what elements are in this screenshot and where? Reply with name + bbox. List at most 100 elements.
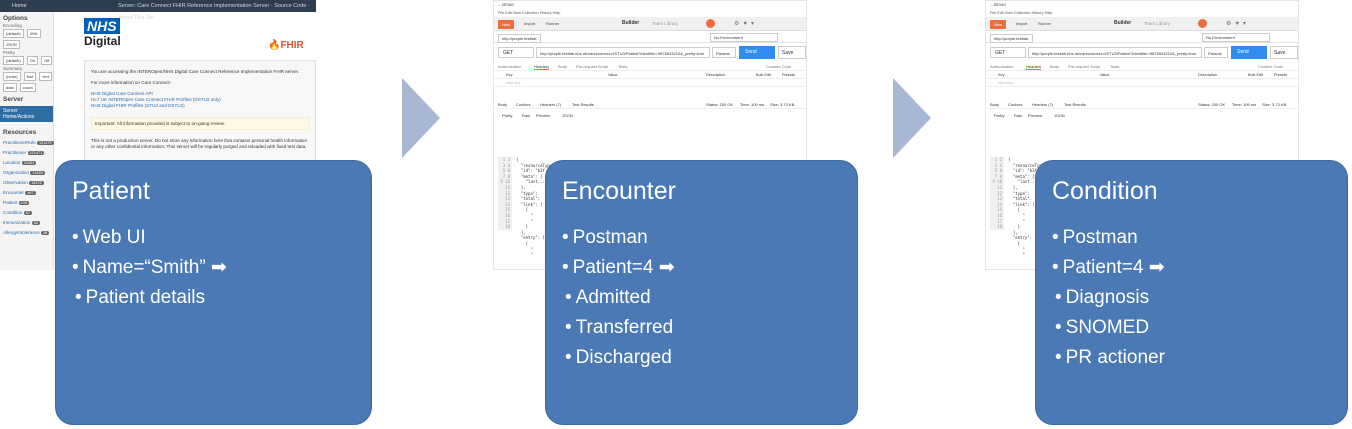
bullet: Postman	[562, 223, 675, 253]
server-link[interactable]: Server: Care Connect FHIR Reference Impl…	[118, 3, 269, 9]
resource-item[interactable]: Patient 106	[0, 197, 53, 207]
tab-headers[interactable]: Headers	[1026, 64, 1042, 70]
options-heading: Options	[3, 15, 28, 22]
summary-text[interactable]: text	[39, 72, 52, 81]
environment-select[interactable]: No Environment	[1202, 33, 1270, 42]
disclaimer-text: This is not a production server. Do not …	[91, 138, 308, 149]
resource-item[interactable]: Observation 10476	[0, 177, 53, 187]
bullet: Patient=4 ➡	[1052, 253, 1165, 283]
resource-item[interactable]: Encounter 467	[0, 187, 53, 197]
team-library-tab[interactable]: Team Library	[652, 21, 678, 26]
encoding-xml[interactable]: XML	[26, 29, 41, 38]
url-input[interactable]: http://purple.testlab.nhs.uk/careconnect…	[1028, 47, 1202, 58]
step-bullets: Postman Patient=4 ➡ Admitted Transferred…	[562, 223, 675, 373]
method-select[interactable]: GET	[498, 47, 534, 58]
resource-item[interactable]: Organization 14489	[0, 167, 53, 177]
tab-prerequest[interactable]: Pre-request Script	[1068, 64, 1100, 69]
home-link[interactable]: Home	[12, 3, 27, 9]
request-tab[interactable]: http://purple.testlab.	[498, 34, 542, 43]
headers-new-row[interactable]: New key	[494, 79, 806, 87]
about-link[interactable]: About This Ser	[118, 15, 154, 21]
builder-tab[interactable]: Builder	[622, 20, 639, 26]
source-link[interactable]: Source Code	[274, 3, 306, 9]
params-button[interactable]: Params	[712, 47, 736, 58]
topbar-links: Server: Care Connect FHIR Reference Impl…	[118, 3, 310, 21]
send-button[interactable]: Send	[1231, 46, 1267, 59]
url-input[interactable]: http://purple.testlab.nhs.uk/careconnect…	[536, 47, 710, 58]
toolbar: New Import Runner Builder Team Library ⚙…	[494, 17, 806, 31]
summary-data[interactable]: data	[3, 83, 17, 92]
save-button[interactable]: Save	[1270, 46, 1298, 59]
toolbar: New Import Runner Builder Team Library ⚙…	[986, 17, 1298, 31]
server-home-item[interactable]: Server Home/Actions	[0, 106, 53, 122]
bullet: PR actioner	[1052, 343, 1165, 373]
tab-body[interactable]: Body	[1050, 64, 1059, 69]
link-nhs-fhir-profiles[interactable]: NHS Digital FHIR Profiles (STU3 and DSTU…	[91, 103, 309, 109]
builder-tab[interactable]: Builder	[1114, 20, 1131, 26]
tab-authorization[interactable]: Authorization	[990, 64, 1013, 69]
team-library-tab[interactable]: Team Library	[1144, 21, 1170, 26]
runner-button[interactable]: Runner	[1038, 21, 1051, 26]
bullet: SNOMED	[1052, 313, 1165, 343]
pretty-off[interactable]: Off	[41, 56, 53, 65]
headers-table-header: Key Value Description Bulk Edit Presets	[986, 71, 1298, 79]
flow-arrow-2	[893, 78, 931, 158]
bullet: Postman	[1052, 223, 1165, 253]
cookies-code-links[interactable]: Cookies Code	[766, 64, 791, 69]
step-box-patient: Patient Web UI Name=“Smith” ➡ Patient de…	[55, 160, 372, 425]
step-title: Condition	[1052, 177, 1158, 205]
resource-item[interactable]: Location 22464	[0, 157, 53, 167]
send-button[interactable]: Send	[739, 46, 775, 59]
new-button[interactable]: New	[498, 20, 515, 29]
summary-none[interactable]: (none)	[3, 72, 21, 81]
window-title: ...stman	[990, 2, 1007, 7]
request-tab[interactable]: http://purple.testlab.	[990, 34, 1034, 43]
resource-item[interactable]: Practitioner 121471	[0, 147, 53, 157]
tab-body[interactable]: Body	[558, 64, 567, 69]
intro-text: You are accessing the INTEROpen/NHS Digi…	[91, 69, 300, 74]
request-tabs: http://purple.testlab. No Environment	[494, 31, 806, 43]
encoding-json[interactable]: JSON	[3, 40, 20, 49]
summary-count[interactable]: count	[19, 83, 36, 92]
window-title: ...stman	[498, 2, 515, 7]
cookies-code-links[interactable]: Cookies Code	[1258, 64, 1283, 69]
summary-true[interactable]: true	[23, 72, 37, 81]
line-numbers: 1 2 3 4 5 6 7 8 9 10 11 12 13 14 15 16 1…	[498, 157, 512, 230]
nhs-digital-logo: NHS Digital	[84, 18, 121, 48]
new-button[interactable]: New	[990, 20, 1007, 29]
resource-item[interactable]: Condition 87	[0, 207, 53, 217]
params-button[interactable]: Params	[1204, 47, 1228, 58]
method-select[interactable]: GET	[990, 47, 1026, 58]
bullet: Name=“Smith” ➡	[72, 253, 227, 283]
sync-icon[interactable]	[1198, 19, 1207, 28]
request-bar: GET http://purple.testlab.nhs.uk/carecon…	[986, 43, 1298, 61]
headers-table-header: Key Value Description Bulk Edit Presets	[494, 71, 806, 79]
toolbar-icons[interactable]: ⚙♥▾	[734, 20, 758, 27]
bullet: Diagnosis	[1052, 283, 1165, 313]
tab-tests[interactable]: Tests	[1110, 64, 1119, 69]
pretty-default[interactable]: (default)	[3, 56, 24, 65]
import-button[interactable]: Import	[1016, 21, 1027, 26]
resource-item[interactable]: AllergyIntolerance 38	[0, 227, 53, 237]
runner-button[interactable]: Runner	[546, 21, 559, 26]
resource-item[interactable]: Immunization 66	[0, 217, 53, 227]
tab-tests[interactable]: Tests	[618, 64, 627, 69]
resource-item[interactable]: PractitionerRole 121475	[0, 137, 54, 147]
response-tabs: Body Cookies Headers (7) Test Results St…	[494, 99, 806, 109]
import-button[interactable]: Import	[524, 21, 535, 26]
toolbar-icons[interactable]: ⚙♥▾	[1226, 20, 1250, 27]
tab-headers[interactable]: Headers	[534, 64, 550, 70]
bullet: Admitted	[562, 283, 675, 313]
bullet: Web UI	[72, 223, 227, 253]
response-view-toolbar: Pretty Raw Preview JSON	[994, 113, 1065, 118]
tab-prerequest[interactable]: Pre-request Script	[576, 64, 608, 69]
tab-authorization[interactable]: Authorization	[498, 64, 521, 69]
pretty-on[interactable]: On	[26, 56, 39, 65]
encoding-default[interactable]: (default)	[3, 29, 24, 38]
environment-select[interactable]: No Environment	[710, 33, 778, 42]
save-button[interactable]: Save	[778, 46, 806, 59]
sync-icon[interactable]	[706, 19, 715, 28]
headers-new-row[interactable]: New key	[986, 79, 1298, 87]
request-bar: GET http://purple.testlab.nhs.uk/carecon…	[494, 43, 806, 61]
bullet: Patient details	[72, 283, 227, 313]
